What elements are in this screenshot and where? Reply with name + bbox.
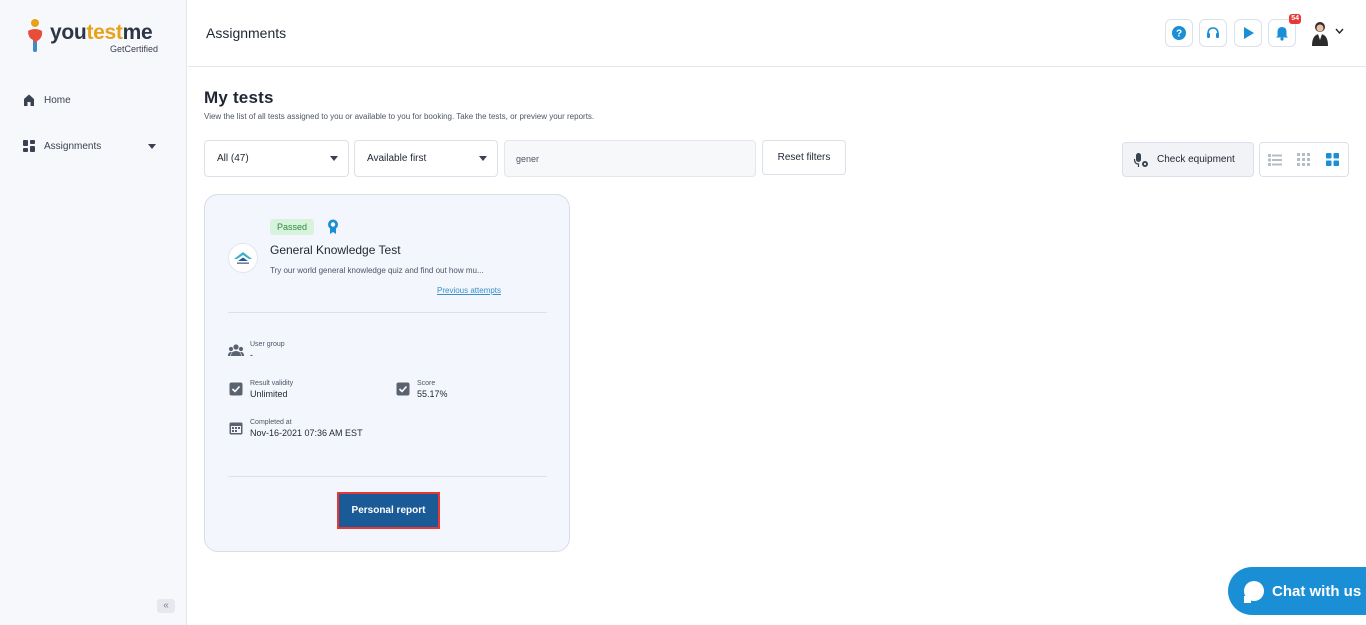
headset-icon xyxy=(1207,27,1219,38)
score-field: Score 55.17% xyxy=(395,380,448,399)
divider xyxy=(228,312,547,313)
logo-text: youtestme xyxy=(50,21,153,44)
play-button[interactable] xyxy=(1234,19,1262,47)
personal-report-button[interactable]: Personal report xyxy=(337,492,440,529)
grid-icon xyxy=(1297,153,1310,166)
completed-at-value: Nov-16-2021 07:36 AM EST xyxy=(250,428,363,438)
status-filter-select[interactable]: All (47) xyxy=(204,140,349,177)
list-icon xyxy=(1267,153,1282,166)
result-validity-field: Result validity Unlimited xyxy=(228,380,293,399)
sidebar-item-label: Home xyxy=(44,94,71,106)
page-title: My tests xyxy=(204,88,274,107)
test-logo xyxy=(228,243,258,273)
bell-icon xyxy=(1276,27,1288,41)
medal-icon xyxy=(328,219,338,234)
notification-count-badge: 54 xyxy=(1289,14,1301,24)
result-validity-value: Unlimited xyxy=(250,389,288,399)
sort-value: Available first xyxy=(367,153,427,164)
calendar-icon xyxy=(229,422,243,435)
check-equipment-label: Check equipment xyxy=(1157,154,1235,165)
user-group-field: User group - xyxy=(228,341,285,360)
chat-widget-button[interactable]: Chat with us xyxy=(1228,567,1366,615)
dashboard-icon xyxy=(23,140,35,152)
test-card: Passed General Knowledge Test Try our wo… xyxy=(204,194,570,552)
help-button[interactable]: ? xyxy=(1165,19,1193,47)
card-grid-icon xyxy=(1326,153,1339,166)
chat-label: Chat with us xyxy=(1272,582,1362,600)
search-input[interactable] xyxy=(504,140,756,177)
list-view-button[interactable] xyxy=(1260,143,1289,176)
score-value: 55.17% xyxy=(417,389,448,399)
topbar: Assignments ? 54 xyxy=(188,0,1366,67)
grid-view-button[interactable] xyxy=(1289,143,1318,176)
logo[interactable]: youtestme GetCertified xyxy=(24,18,174,54)
view-toggle xyxy=(1259,142,1349,177)
sidebar: youtestme GetCertified Home Assignments … xyxy=(0,0,187,625)
score-label: Score xyxy=(417,380,436,387)
chevron-down-icon[interactable] xyxy=(1335,28,1344,34)
chevron-down-icon xyxy=(330,156,338,161)
card-view-button[interactable] xyxy=(1318,143,1347,176)
user-group-label: User group xyxy=(250,341,285,348)
microphone-gear-icon xyxy=(1133,152,1148,167)
sidebar-item-assignments[interactable]: Assignments xyxy=(22,139,164,153)
status-badge: Passed xyxy=(270,219,315,235)
support-button[interactable] xyxy=(1199,19,1227,47)
logo-icon xyxy=(28,19,43,52)
test-description: Try our world general knowledge quiz and… xyxy=(270,266,484,275)
logo-subtitle: GetCertified xyxy=(110,44,159,54)
sidebar-item-label: Assignments xyxy=(44,140,102,152)
page-heading: Assignments xyxy=(206,25,287,41)
reset-filters-button[interactable]: Reset filters xyxy=(762,140,846,175)
sidebar-item-home[interactable]: Home xyxy=(22,93,71,107)
checkbox-icon xyxy=(229,382,243,396)
svg-text:?: ? xyxy=(1176,29,1182,40)
page-subtitle: View the list of all tests assigned to y… xyxy=(204,112,595,121)
home-icon xyxy=(24,94,34,106)
previous-attempts-link[interactable]: Previous attempts xyxy=(437,286,501,295)
chat-bubble-icon xyxy=(1244,581,1264,603)
divider xyxy=(228,476,547,477)
test-name[interactable]: General Knowledge Test xyxy=(270,243,401,257)
chevron-down-icon xyxy=(148,143,156,149)
result-validity-label: Result validity xyxy=(250,380,294,387)
check-equipment-button[interactable]: Check equipment xyxy=(1122,142,1254,177)
avatar[interactable] xyxy=(1310,20,1330,46)
completed-at-label: Completed at xyxy=(250,419,292,426)
user-group-value: - xyxy=(250,350,253,360)
completed-at-field: Completed at Nov-16-2021 07:36 AM EST xyxy=(228,419,363,438)
help-icon: ? xyxy=(1172,26,1186,40)
notifications-button[interactable]: 54 xyxy=(1268,14,1301,47)
chevron-down-icon xyxy=(479,156,487,161)
checkbox-icon xyxy=(396,382,410,396)
status-filter-value: All (47) xyxy=(217,153,249,164)
users-icon xyxy=(228,344,244,356)
sort-select[interactable]: Available first xyxy=(354,140,498,177)
play-icon xyxy=(1244,27,1254,39)
collapse-sidebar-button[interactable]: « xyxy=(157,599,175,613)
company-logo-icon xyxy=(234,252,252,264)
